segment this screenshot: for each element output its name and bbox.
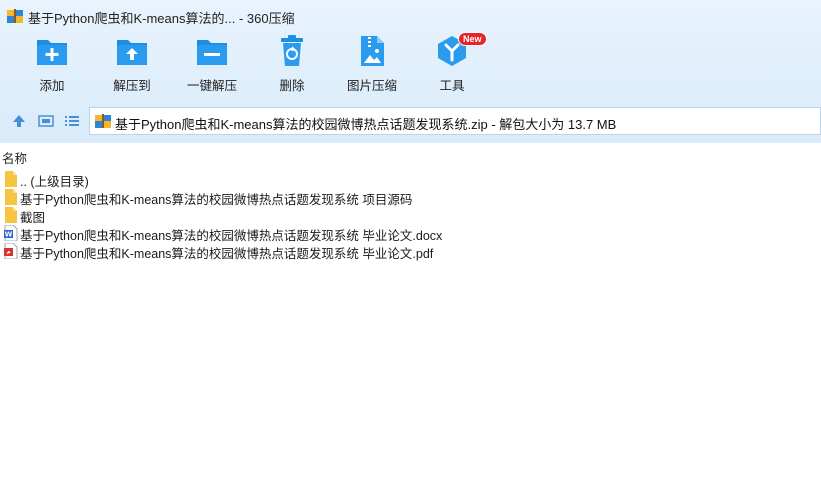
one-click-extract-icon bbox=[197, 40, 227, 65]
add-label: 添加 bbox=[39, 79, 65, 93]
top-panel: 基于Python爬虫和K-means算法的... - 360压缩 添加 解压到 bbox=[0, 0, 821, 143]
list-item[interactable]: 基于Python爬虫和K-means算法的校园微博热点话题发现系统 项目源码 bbox=[0, 188, 821, 207]
archive-app-icon bbox=[7, 9, 23, 23]
one-click-extract-label: 一键解压 bbox=[186, 79, 237, 93]
thumbnail-view-icon[interactable] bbox=[38, 113, 54, 129]
tools-label: 工具 bbox=[439, 79, 465, 93]
folder-icon bbox=[5, 171, 17, 187]
svg-text:W: W bbox=[5, 231, 13, 239]
file-list: .. (上级目录) 基于Python爬虫和K-means算法的校园微博热点话题发… bbox=[0, 170, 821, 261]
folder-icon bbox=[5, 189, 17, 205]
toolbar: 添加 解压到 一键解压 删除 图片压缩 New 工具 bbox=[0, 32, 821, 98]
extract-to-icon bbox=[117, 40, 147, 65]
folder-icon bbox=[5, 207, 17, 223]
navigation-row: 基于Python爬虫和K-means算法的校园微博热点话题发现系统.zip - … bbox=[0, 106, 821, 136]
title-bar: 基于Python爬虫和K-means算法的... - 360压缩 bbox=[0, 0, 821, 32]
name-column-label: 名称 bbox=[2, 152, 28, 166]
up-arrow-icon[interactable] bbox=[11, 113, 27, 129]
pdf-document-icon bbox=[4, 243, 18, 259]
trash-icon bbox=[281, 35, 303, 66]
list-item[interactable]: 截图 bbox=[0, 206, 821, 225]
image-compress-icon bbox=[361, 36, 384, 66]
add-folder-icon bbox=[37, 40, 67, 65]
list-item[interactable]: 基于Python爬虫和K-means算法的校园微博热点话题发现系统 毕业论文.p… bbox=[0, 242, 821, 261]
new-badge: New bbox=[458, 32, 487, 46]
list-view-icon[interactable] bbox=[64, 113, 80, 129]
image-compress-button[interactable]: 图片压缩 bbox=[332, 34, 412, 98]
word-document-icon: W bbox=[4, 225, 18, 241]
one-click-extract-button[interactable]: 一键解压 bbox=[172, 34, 252, 98]
window-title: 基于Python爬虫和K-means算法的... - 360压缩 bbox=[28, 11, 295, 26]
archive-icon bbox=[95, 114, 111, 128]
list-item[interactable]: W 基于Python爬虫和K-means算法的校园微博热点话题发现系统 毕业论文… bbox=[0, 224, 821, 243]
tools-button[interactable]: New 工具 bbox=[412, 32, 492, 98]
list-item[interactable]: .. (上级目录) bbox=[0, 170, 821, 189]
delete-button[interactable]: 删除 bbox=[252, 34, 332, 98]
address-bar[interactable]: 基于Python爬虫和K-means算法的校园微博热点话题发现系统.zip - … bbox=[89, 107, 821, 135]
file-name: 基于Python爬虫和K-means算法的校园微博热点话题发现系统 毕业论文.p… bbox=[20, 247, 434, 261]
name-column-header[interactable]: 名称 bbox=[0, 148, 821, 166]
address-path: 基于Python爬虫和K-means算法的校园微博热点话题发现系统.zip - … bbox=[115, 117, 617, 132]
delete-label: 删除 bbox=[279, 79, 305, 93]
extract-to-label: 解压到 bbox=[113, 79, 151, 93]
extract-to-button[interactable]: 解压到 bbox=[92, 34, 172, 98]
image-compress-label: 图片压缩 bbox=[346, 79, 397, 93]
add-button[interactable]: 添加 bbox=[12, 34, 92, 98]
